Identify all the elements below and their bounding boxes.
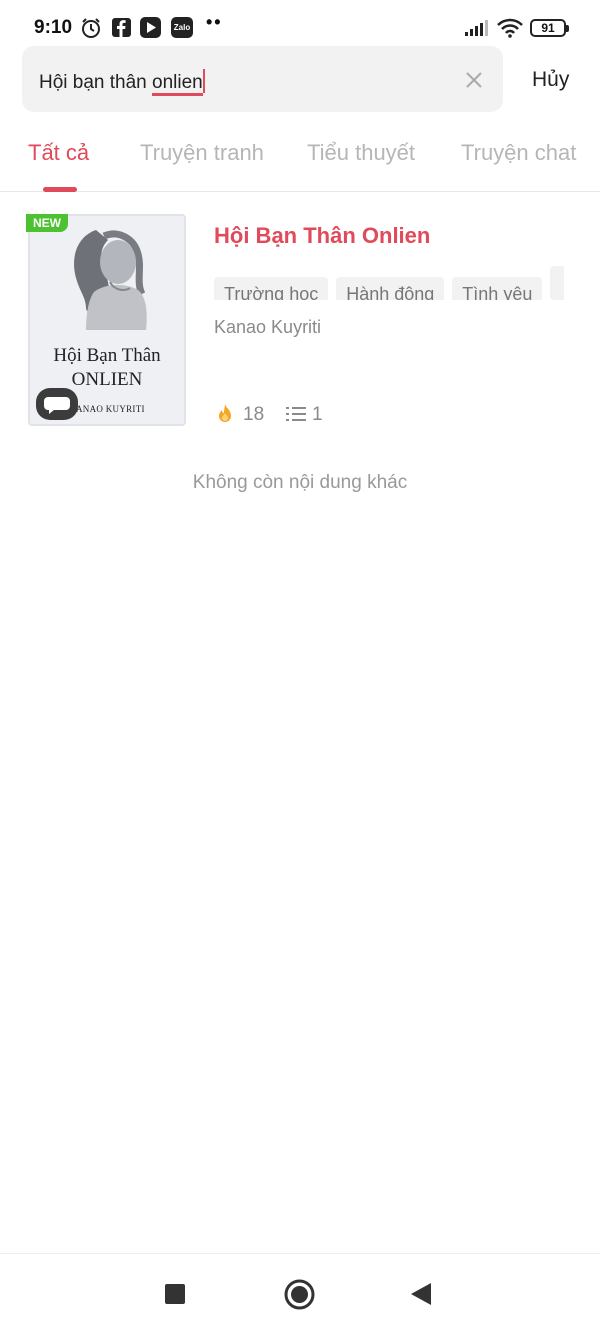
facebook-icon — [112, 18, 131, 37]
wifi-icon — [497, 18, 523, 38]
chapter-list-icon — [286, 407, 306, 421]
cover-illustration — [74, 230, 147, 330]
tag-school: Trường học — [214, 277, 329, 300]
signal-icon — [465, 20, 488, 36]
search-query[interactable]: Hội bạn thân onlien — [39, 69, 205, 96]
search-query-prefix: Hội bạn thân — [39, 72, 153, 93]
text-caret — [202, 69, 205, 93]
navigation-bar — [0, 1253, 600, 1333]
new-badge: NEW — [26, 214, 68, 232]
category-tabs: Tất cả Truyện tranh Tiểu thuyết Truyện c… — [0, 140, 600, 192]
search-input[interactable]: Hội bạn thân onlien — [22, 46, 503, 112]
book-title[interactable]: Hội Bạn Thân Onlien — [214, 223, 430, 249]
tab-novels[interactable]: Tiểu thuyết — [307, 140, 415, 166]
tab-comics[interactable]: Truyện tranh — [140, 140, 264, 166]
chat-bubble-icon — [44, 397, 70, 414]
back-button[interactable] — [411, 1283, 431, 1305]
home-button[interactable] — [284, 1279, 315, 1310]
tab-all[interactable]: Tất cả — [28, 140, 89, 166]
cover-title: Hội Bạn Thân ONLIEN — [30, 344, 184, 392]
zalo-icon: Zalo — [171, 17, 193, 38]
play-icon — [140, 17, 161, 38]
alarm-icon — [82, 18, 100, 38]
end-of-results-text: Không còn nội dung khác — [192, 472, 408, 493]
clear-search-icon[interactable] — [462, 68, 486, 92]
more-notifications-icon: •• — [206, 12, 223, 32]
fire-icon — [219, 404, 231, 422]
battery-indicator: 91 — [530, 19, 569, 37]
view-count: 18 — [243, 404, 265, 425]
recents-button[interactable] — [165, 1284, 185, 1304]
active-tab-indicator — [43, 187, 77, 192]
chapter-count: 1 — [312, 404, 323, 425]
status-time: 9:10 — [34, 17, 73, 38]
chat-badge-icon — [36, 388, 78, 420]
cover-title-line1: Hội Bạn Thân — [53, 345, 161, 366]
status-bar: 9:10 Zalo •• 91 — [0, 0, 600, 50]
tag-more — [550, 266, 564, 300]
genre-tags: Trường học Hành động Tình yêu — [214, 266, 564, 300]
tag-romance: Tình yêu — [452, 277, 543, 300]
cancel-button[interactable]: Hủy — [532, 68, 569, 92]
book-author: Kanao Kuyriti — [214, 317, 322, 337]
search-query-composing: onlien — [152, 72, 203, 96]
tab-chat-stories[interactable]: Truyện chat — [461, 140, 576, 166]
tag-action: Hành động — [336, 277, 445, 300]
